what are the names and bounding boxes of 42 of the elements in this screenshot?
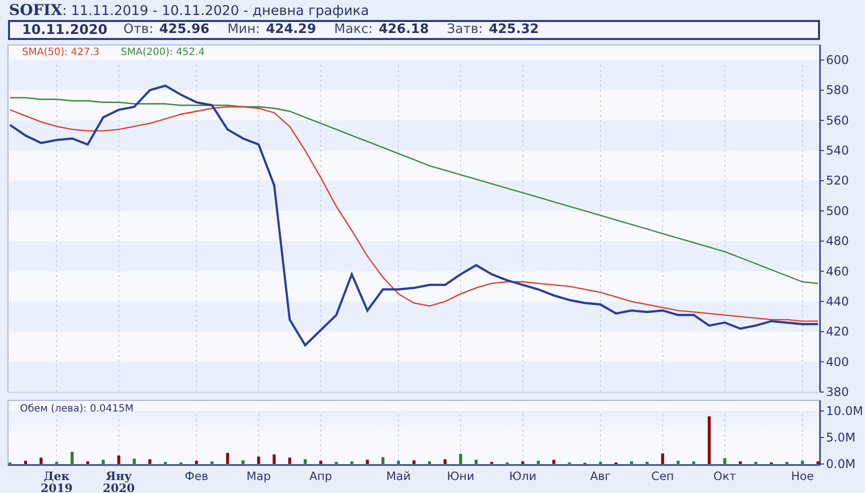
axis-label: 600 [826, 53, 849, 68]
legend-label: SMA(200): 452.4 [120, 47, 205, 58]
axis-label: 440 [826, 294, 849, 308]
axis-label: Фев [184, 469, 208, 483]
axis-label: Апр [309, 469, 332, 483]
axis-label: Мар [246, 469, 271, 483]
axis-label: 10.0M [826, 404, 864, 418]
axis-label: 400 [826, 354, 849, 369]
quote-label: Макс: [334, 22, 373, 38]
quote-label: Отв: [123, 22, 154, 38]
quote-value: 425.32 [488, 22, 539, 38]
axis-label: Ное [791, 469, 814, 483]
axis-label: 0.0M [826, 457, 856, 471]
legend-label: Обем (лева): 0.0415M [20, 403, 134, 414]
axis-label: 2020 [102, 481, 135, 493]
axis-label: Сеп [651, 469, 674, 483]
axis-label: Дек [44, 469, 70, 483]
axis-label: 580 [826, 83, 849, 98]
quote-value: 425.96 [159, 22, 210, 38]
axis-label: Юни [446, 469, 474, 483]
axis-label: 560 [826, 113, 849, 128]
axis-label: 480 [826, 234, 849, 248]
axis-label: 540 [826, 144, 849, 158]
axis-label: Окт [713, 469, 736, 483]
axis-label: 5.0M [826, 430, 856, 444]
axis-label: 2019 [40, 481, 73, 493]
axis-label: 460 [826, 264, 849, 278]
axis-label: 500 [826, 204, 849, 218]
quote-value: 426.18 [378, 22, 429, 38]
axis-label: Яну [106, 469, 132, 483]
chart-title: SOFIX: 11.11.2019 - 10.11.2020 - дневна графика [8, 0, 370, 19]
quote-label: Мин: [227, 22, 260, 38]
axis-label: 380 [826, 385, 849, 396]
axis-label: Май [386, 469, 411, 483]
quote-date: 10.11.2020 [22, 22, 108, 38]
legend-label: SMA(50): 427.3 [22, 47, 100, 58]
quote-value: 424.29 [266, 22, 316, 38]
axis-label: 520 [826, 174, 849, 188]
quote-label: Затв: [446, 22, 483, 38]
axis-label: Юли [509, 469, 536, 483]
axis-label: Авг [590, 469, 611, 483]
axis-label: 420 [826, 324, 849, 339]
